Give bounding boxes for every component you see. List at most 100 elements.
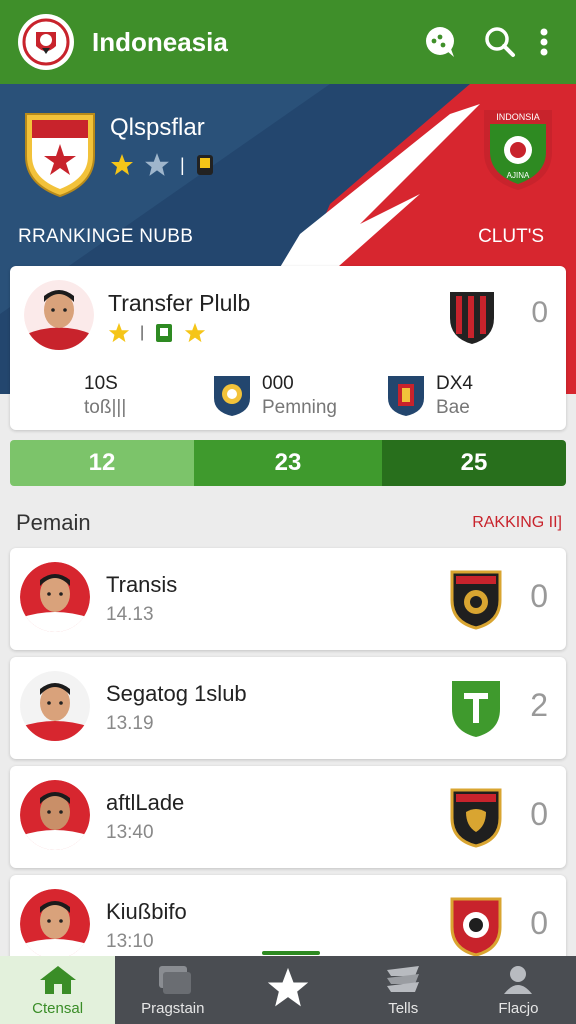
player-time: 14.13 <box>106 604 154 625</box>
club-crest <box>448 786 504 853</box>
svg-text:AJINA: AJINA <box>507 171 530 180</box>
team-crest[interactable] <box>22 106 98 203</box>
search-icon <box>485 27 515 57</box>
club-crest <box>448 895 504 962</box>
stat-value: 000 <box>262 373 294 394</box>
star-gold-icon <box>185 322 206 343</box>
stat-label: Pemning <box>262 397 337 418</box>
stat-block-1: 10S toß||| <box>84 372 126 420</box>
team-rating: | <box>110 152 215 178</box>
score-bar: 12 23 25 <box>10 440 566 486</box>
player-photo <box>20 671 90 741</box>
score-segment-2[interactable]: 23 <box>194 440 382 486</box>
player-time: 13.19 <box>106 713 154 734</box>
chat-button[interactable] <box>420 22 460 62</box>
layers-icon <box>387 965 420 992</box>
club-logo-icon <box>22 18 70 66</box>
player-photo <box>24 280 94 350</box>
nav-item-home[interactable]: Ctensal <box>0 956 116 1024</box>
player-photo <box>20 889 90 959</box>
club-crest <box>448 677 504 744</box>
star-silver-icon <box>145 153 169 176</box>
featured-player-badges: | <box>108 322 206 344</box>
stat-label: Bae <box>436 397 470 418</box>
nav-item-tells[interactable]: Tells <box>346 956 461 1024</box>
nav-label: Flacjo <box>498 999 539 1017</box>
badge-icon <box>196 155 213 175</box>
player-name: Segatog 1slub <box>106 681 247 706</box>
scroll-indicator <box>262 951 320 955</box>
svg-text:INDONSIA: INDONSIA <box>496 112 540 122</box>
player-photo <box>20 562 90 632</box>
separator: | <box>180 154 185 175</box>
search-button[interactable] <box>480 22 520 62</box>
club-crest <box>448 568 504 635</box>
player-avatar <box>20 671 90 741</box>
star-gold-icon <box>108 322 130 343</box>
stat-value: DX4 <box>436 373 473 394</box>
star-icon <box>267 967 309 1007</box>
list-item[interactable]: Segatog 1slub 13.19 2 <box>10 657 566 759</box>
section-title: Pemain <box>16 510 91 535</box>
list-item[interactable]: Transis 14.13 0 <box>10 548 566 650</box>
player-avatar <box>20 889 90 959</box>
club-shield-icon <box>450 788 502 848</box>
score-segment-1[interactable]: 12 <box>10 440 194 486</box>
nav-item-cards[interactable]: Pragstain <box>115 956 230 1024</box>
separator: | <box>140 324 145 341</box>
nav-label: Pragstain <box>141 999 205 1017</box>
nav-item-favorites[interactable] <box>230 956 345 1024</box>
featured-club-crest <box>448 288 496 351</box>
star-gold-icon <box>111 154 133 175</box>
club-shield-icon <box>452 681 500 737</box>
nav-label: Tells <box>388 999 419 1017</box>
player-time: 13:40 <box>106 822 154 843</box>
score: 0 <box>530 796 548 832</box>
app-logo[interactable] <box>18 14 74 70</box>
cards-icon <box>158 965 191 994</box>
stat-club-badge-1 <box>212 374 252 423</box>
bottom-navigation: Ctensal Pragstain Tells Flacjo <box>0 956 576 1024</box>
club-shield-icon <box>450 570 502 630</box>
app-bar: Indoneasia <box>0 0 576 84</box>
player-name: Kiußbifo <box>106 899 187 924</box>
featured-player-name: Transfer Plulb <box>108 290 251 316</box>
team-shield-icon <box>25 113 95 198</box>
club-badge-icon <box>388 376 424 416</box>
ranking-link[interactable]: RAKKING II] <box>472 514 562 532</box>
app-title: Indoneasia <box>92 26 228 57</box>
score: 0 <box>530 578 548 614</box>
stat-block-3: DX4 Bae <box>436 372 473 420</box>
club-badge-icon <box>214 376 250 416</box>
featured-player-card[interactable]: Transfer Plulb | 0 10S toß||| 000 Pemnin… <box>10 266 566 430</box>
home-icon <box>39 965 76 994</box>
player-name: aftlLade <box>106 790 185 815</box>
team-name: Qlspsflar <box>110 114 205 141</box>
nav-label: Ctensal <box>32 999 84 1017</box>
player-photo <box>20 780 90 850</box>
federation-shield-icon: INDONSIA AJINA <box>484 110 552 190</box>
clubs-link[interactable]: CLUT'S <box>478 226 544 248</box>
featured-score: 0 <box>531 296 548 329</box>
federation-crest[interactable]: INDONSIA AJINA <box>480 106 556 197</box>
profile-icon <box>504 965 533 994</box>
nav-item-profile[interactable]: Flacjo <box>461 956 576 1024</box>
score-segment-3[interactable]: 25 <box>382 440 566 486</box>
more-menu-button[interactable] <box>530 22 558 62</box>
chat-icon <box>426 27 454 57</box>
score: 0 <box>530 905 548 941</box>
club-shield-icon <box>450 897 502 957</box>
stat-label: toß||| <box>84 397 127 418</box>
score: 2 <box>530 687 548 723</box>
player-avatar <box>20 562 90 632</box>
stat-block-2: 000 Pemning <box>262 372 337 420</box>
player-name: Transis <box>106 572 178 597</box>
stat-value: 10S <box>84 373 118 394</box>
player-time: 13:10 <box>106 931 154 952</box>
ranking-label: RRANKINGE NUBB <box>18 226 194 247</box>
more-vert-icon <box>540 28 548 56</box>
player-avatar <box>24 280 94 350</box>
club-badge-icon <box>156 324 173 342</box>
stat-club-badge-2 <box>386 374 426 423</box>
list-item[interactable]: aftlLade 13:40 0 <box>10 766 566 868</box>
